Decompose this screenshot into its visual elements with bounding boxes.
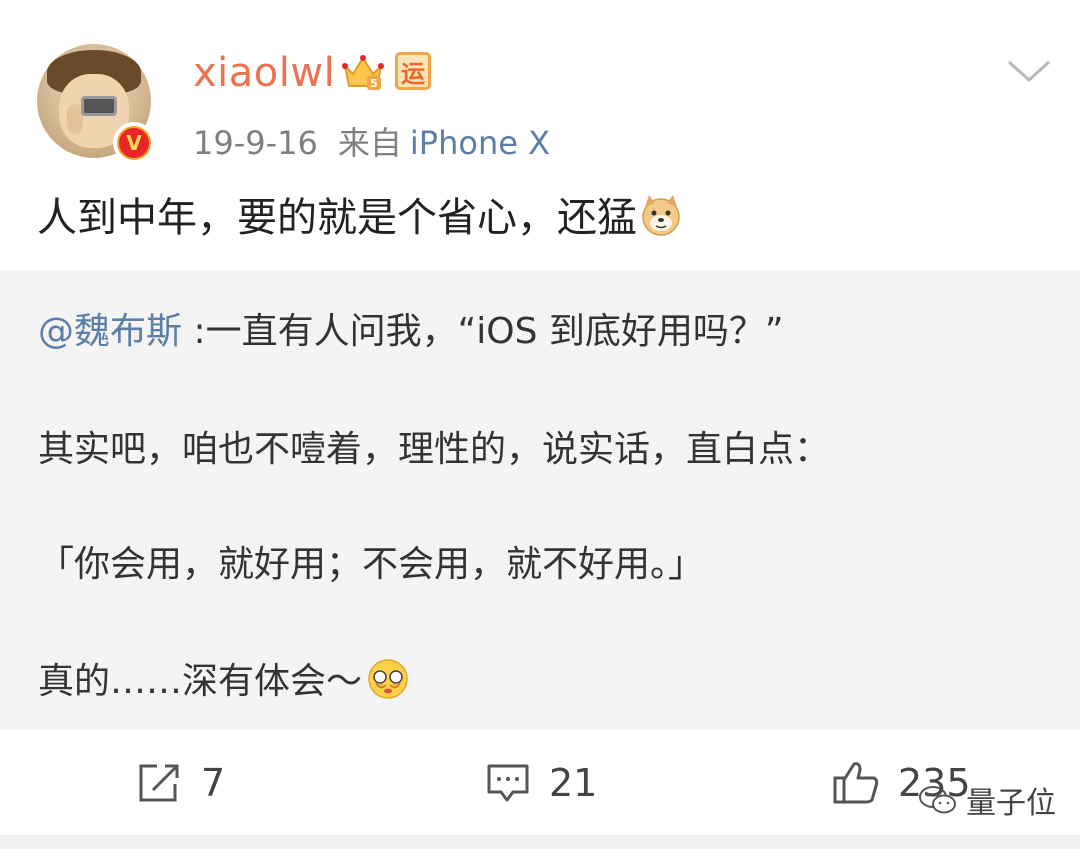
watermark: 量子位 (918, 778, 1056, 822)
shy-emoji-icon (368, 659, 408, 699)
svg-text:5: 5 (370, 77, 378, 90)
avatar-phone (81, 96, 117, 116)
doge-emoji-icon (642, 195, 680, 236)
repost-line-4-text: 真的……深有体会～ (38, 661, 363, 702)
thumbs-up-icon (833, 761, 879, 803)
chevron-down-icon[interactable] (1005, 56, 1053, 86)
repost-count: 7 (201, 760, 226, 805)
repost-line-1: @魏布斯 :一直有人问我，“iOS 到底好用吗？” (38, 302, 784, 354)
watermark-text: 量子位 (966, 786, 1056, 821)
comment-icon (487, 764, 529, 801)
repost-line-2: 其实吧，咱也不噎着，理性的，说实话，直白点： (38, 429, 831, 470)
post-header: V xiaolwl 5 运 19-9-16 来自 iPhone X (0, 0, 1080, 180)
mention-link[interactable]: @魏布斯 (38, 311, 182, 352)
wechat-icon (919, 786, 956, 814)
repost-button[interactable]: 7 (137, 730, 225, 835)
repost-line-3: 「你会用，就好用；不会用，就不好用。」 (38, 544, 705, 585)
verified-mark: V (119, 128, 149, 158)
post-date: 19-9-16 (193, 124, 318, 162)
comment-count: 21 (549, 760, 598, 805)
verified-badge-icon: V (113, 122, 155, 164)
username[interactable]: xiaolwl (193, 50, 335, 96)
source-device-link[interactable]: iPhone X (410, 124, 550, 162)
post-text: 人到中年，要的就是个省心，还猛 (37, 192, 683, 244)
post-meta: 19-9-16 来自 iPhone X (193, 118, 550, 164)
repost-line-1-text: :一直有人问我，“iOS 到底好用吗？” (182, 311, 784, 352)
bottom-divider (0, 835, 1080, 849)
yun-badge: 运 (395, 52, 431, 90)
repost-line-4: 真的……深有体会～ (38, 652, 410, 704)
source-prefix: 来自 (337, 124, 402, 162)
post-text-content: 人到中年，要的就是个省心，还猛 (37, 195, 637, 241)
repost-icon (139, 764, 179, 801)
comment-button[interactable]: 21 (485, 730, 597, 835)
vip-crown-icon: 5 (342, 55, 384, 90)
